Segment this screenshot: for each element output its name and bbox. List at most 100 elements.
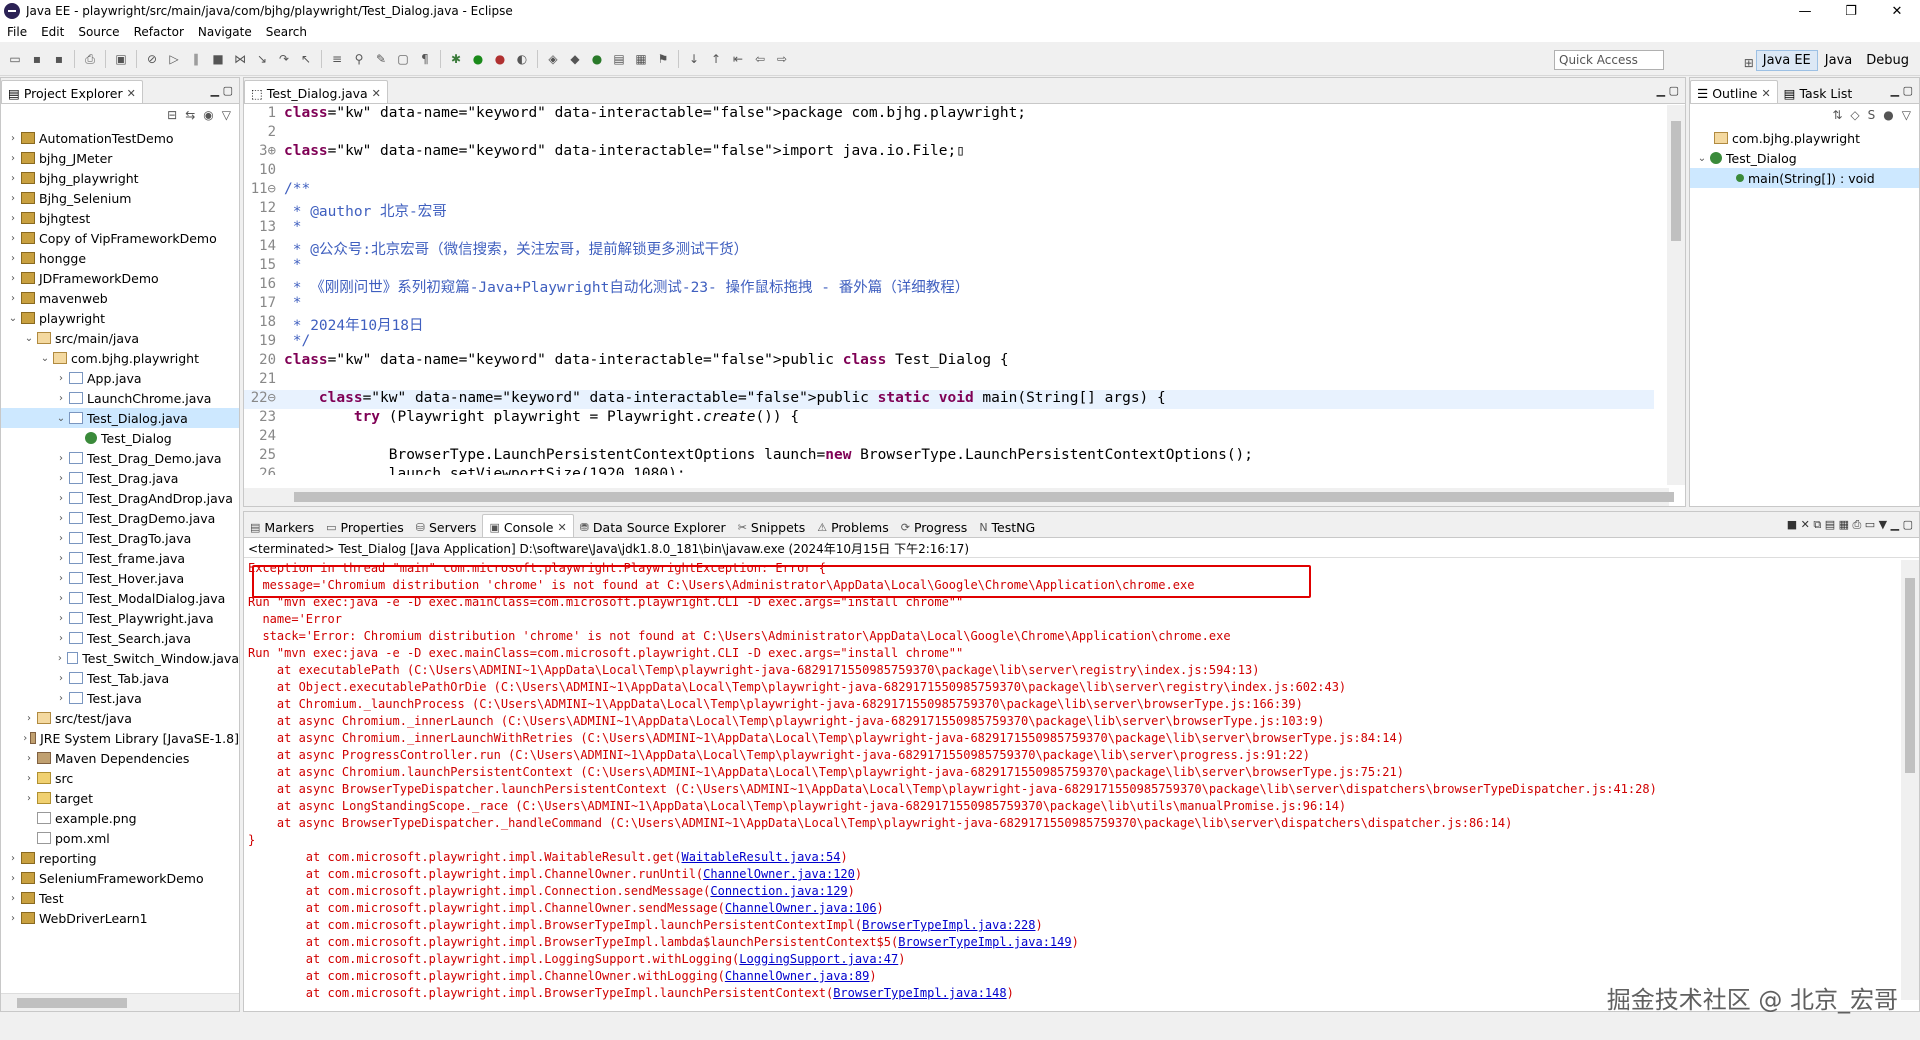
minimize-maximize-icon[interactable]: ▁ ▢ [1891, 84, 1913, 97]
vertical-scrollbar[interactable] [1667, 105, 1685, 485]
link-editor-icon[interactable]: ⇆ [185, 108, 195, 122]
tab-snippets[interactable]: ✂ Snippets [732, 514, 812, 537]
stack-link[interactable]: WaitableResult.java:54 [681, 850, 840, 864]
tab-properties[interactable]: ▭ Properties [320, 514, 410, 537]
debug-icon[interactable]: ✱ [448, 51, 464, 67]
tab-outline[interactable]: ☰ Outline ✕ [1690, 80, 1778, 103]
view-menu-icon[interactable]: ▽ [1902, 108, 1911, 122]
horizontal-scrollbar[interactable] [244, 488, 1674, 506]
expand-arrow-icon[interactable]: ⌄ [39, 353, 51, 364]
expand-arrow-icon[interactable]: › [7, 233, 19, 244]
whitespace-icon[interactable]: ¶ [417, 51, 433, 67]
resume-icon[interactable]: ▷ [166, 51, 182, 67]
outline-item[interactable]: main(String[]) : void [1690, 168, 1919, 188]
tab-project-explorer[interactable]: ▤ Project Explorer ✕ [1, 80, 143, 103]
tree-item[interactable]: › Test [1, 888, 239, 908]
menu-file[interactable]: File [0, 25, 34, 39]
highlight-icon[interactable]: ✎ [373, 51, 389, 67]
tree-item[interactable]: › WebDriverLearn1 [1, 908, 239, 928]
stack-link[interactable]: Connection.java:129 [710, 884, 847, 898]
expand-arrow-icon[interactable]: › [7, 153, 19, 164]
expand-arrow-icon[interactable]: › [7, 853, 19, 864]
tree-item[interactable]: › LaunchChrome.java [1, 388, 239, 408]
expand-arrow-icon[interactable]: › [55, 653, 65, 664]
expand-arrow-icon[interactable]: › [23, 713, 35, 724]
menu-navigate[interactable]: Navigate [191, 25, 259, 39]
menu-search[interactable]: Search [259, 25, 314, 39]
toggle-mark-icon[interactable]: ≡ [329, 51, 345, 67]
run-ext-icon[interactable]: ● [492, 51, 508, 67]
run-icon[interactable]: ● [470, 51, 486, 67]
close-icon[interactable]: ✕ [557, 521, 566, 534]
tree-item[interactable]: › Test_ModalDialog.java [1, 588, 239, 608]
quick-access-input[interactable]: Quick Access [1554, 50, 1664, 70]
expand-arrow-icon[interactable]: › [55, 453, 67, 464]
suspend-icon[interactable]: ∥ [188, 51, 204, 67]
expand-arrow-icon[interactable]: › [7, 213, 19, 224]
tree-item[interactable]: › Test_DragTo.java [1, 528, 239, 548]
tree-item[interactable]: pom.xml [1, 828, 239, 848]
hide-fields-icon[interactable]: ◇ [1850, 108, 1859, 122]
tree-item[interactable]: › Test_Drag.java [1, 468, 239, 488]
tree-item[interactable]: › reporting [1, 848, 239, 868]
tree-item[interactable]: › bjhg_playwright [1, 168, 239, 188]
prev-annotation-icon[interactable]: ↑ [708, 51, 724, 67]
tree-item[interactable]: › Test_Switch_Window.java [1, 648, 239, 668]
tree-item[interactable]: › Copy of VipFrameworkDemo [1, 228, 239, 248]
hide-non-public-icon[interactable]: ● [1883, 108, 1893, 122]
menu-refactor[interactable]: Refactor [127, 25, 191, 39]
expand-arrow-icon[interactable]: › [55, 393, 67, 404]
expand-arrow-icon[interactable]: › [7, 273, 19, 284]
code-area[interactable]: 1 class="kw" data-name="keyword" data-int… [244, 105, 1654, 475]
search-icon[interactable]: ⚑ [655, 51, 671, 67]
tree-item[interactable]: ⌄ com.bjhg.playwright [1, 348, 239, 368]
tree-item[interactable]: › Test_Playwright.java [1, 608, 239, 628]
tree-item[interactable]: › Test_Search.java [1, 628, 239, 648]
step-over-icon[interactable]: ↷ [276, 51, 292, 67]
open-perspective-icon[interactable]: ⊞ [1737, 52, 1754, 70]
tab-progress[interactable]: ⟳ Progress [895, 514, 974, 537]
tab-task-list[interactable]: ▤ Task List [1778, 80, 1859, 103]
save-icon[interactable]: ▪ [29, 51, 45, 67]
expand-arrow-icon[interactable]: › [55, 693, 67, 704]
tree-item[interactable]: › JDFrameworkDemo [1, 268, 239, 288]
expand-arrow-icon[interactable]: › [55, 553, 67, 564]
tree-item[interactable]: › Test_Hover.java [1, 568, 239, 588]
expand-arrow-icon[interactable]: › [7, 893, 19, 904]
open-task-icon[interactable]: ▦ [633, 51, 649, 67]
tree-item[interactable]: › Test_Drag_Demo.java [1, 448, 239, 468]
maximize-button[interactable]: ❐ [1828, 0, 1874, 22]
tree-item[interactable]: ⌄ src/main/java [1, 328, 239, 348]
tab-testng[interactable]: N TestNG [973, 514, 1041, 537]
tree-item[interactable]: › Maven Dependencies [1, 748, 239, 768]
tree-item[interactable]: › Test_Tab.java [1, 668, 239, 688]
expand-arrow-icon[interactable]: › [55, 373, 67, 384]
stack-link[interactable]: ChannelOwner.java:120 [703, 867, 855, 881]
tab-problems[interactable]: ⚠ Problems [811, 514, 895, 537]
tree-item[interactable]: › Test.java [1, 688, 239, 708]
block-select-icon[interactable]: ▢ [395, 51, 411, 67]
print-icon[interactable]: ⎙ [82, 51, 98, 67]
expand-arrow-icon[interactable]: ⌄ [23, 333, 35, 344]
hide-static-icon[interactable]: S [1868, 108, 1876, 122]
expand-arrow-icon[interactable]: › [55, 473, 67, 484]
close-icon[interactable]: ✕ [1761, 87, 1770, 100]
minimize-maximize-icon[interactable]: ▁ ▢ [1657, 84, 1679, 97]
expand-arrow-icon[interactable]: › [55, 533, 67, 544]
open-type-icon[interactable]: ▤ [611, 51, 627, 67]
expand-arrow-icon[interactable]: › [55, 593, 67, 604]
expand-arrow-icon[interactable]: › [55, 513, 67, 524]
save-all-icon[interactable]: ▪ [51, 51, 67, 67]
link-icon[interactable]: ⚲ [351, 51, 367, 67]
console-output[interactable]: Exception in thread "main" com.microsoft… [248, 560, 1898, 1000]
expand-arrow-icon[interactable]: › [7, 193, 19, 204]
focus-icon[interactable]: ◉ [203, 108, 213, 122]
expand-arrow-icon[interactable]: › [23, 753, 35, 764]
tab-test-dialog-java[interactable]: ⬚ Test_Dialog.java ✕ [244, 80, 388, 103]
expand-arrow-icon[interactable]: › [7, 293, 19, 304]
expand-arrow-icon[interactable]: › [23, 773, 35, 784]
tree-item[interactable]: › hongge [1, 248, 239, 268]
step-return-icon[interactable]: ↖ [298, 51, 314, 67]
tree-item[interactable]: Test_Dialog [1, 428, 239, 448]
menu-edit[interactable]: Edit [34, 25, 71, 39]
